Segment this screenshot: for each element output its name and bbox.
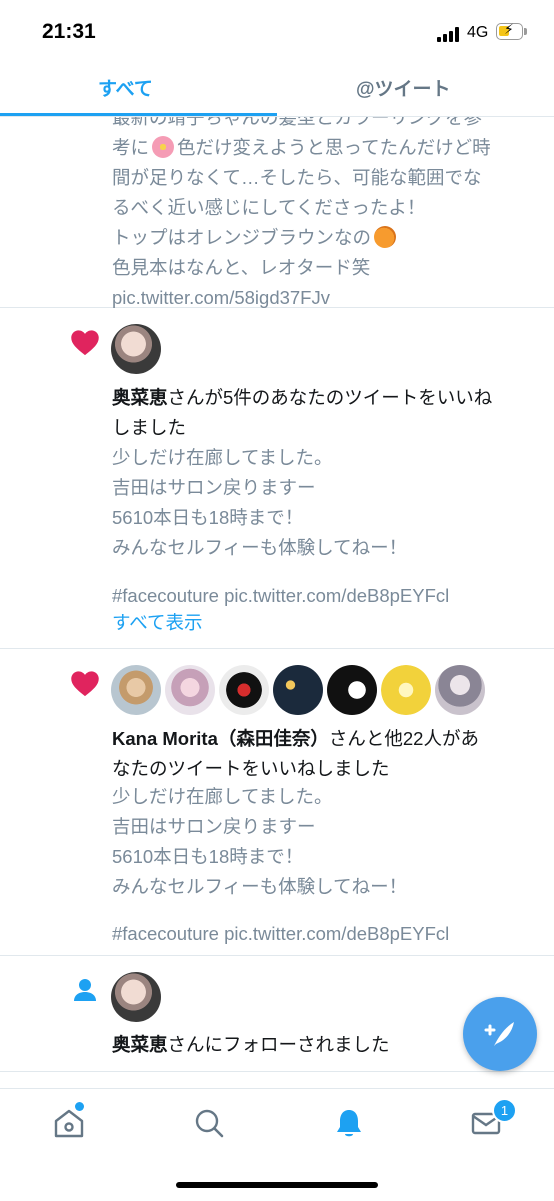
like-notification[interactable]: Kana Morita（森田佳奈）さんと他22人があ なたのツイートをいいねしま… (0, 649, 554, 956)
tweet-text-line: 5610本日も18時まで！ (112, 507, 304, 528)
active-tab-indicator (0, 113, 277, 116)
tab-mentions[interactable]: @ツイート (356, 74, 451, 101)
signal-strength-icon (437, 26, 463, 42)
tab-all[interactable]: すべて (98, 74, 153, 101)
notification-text: なたのツイートをいいねしました (112, 758, 390, 779)
avatar[interactable] (111, 324, 161, 374)
tweet-text-line: 5610本日も18時まで！ (112, 846, 304, 867)
battery-icon: ⚡ (496, 22, 523, 40)
cherry-blossom-icon (152, 136, 175, 158)
messages-badge: 1 (492, 1098, 517, 1123)
tweet-text-line: みんなセルフィーも体験してねー！ (112, 537, 408, 558)
compose-tweet-button[interactable] (463, 997, 537, 1071)
like-notification[interactable]: 奥菜恵さんが5件のあなたのツイートをいいね しました 少しだけ在廊してました。 … (0, 308, 554, 649)
home-badge-dot (75, 1102, 84, 1111)
notification-text: しました (112, 417, 187, 438)
battery-nub (524, 28, 527, 35)
status-bar: 21:31 4G ⚡ (0, 0, 554, 64)
notification-tabs: すべて @ツイート (0, 64, 554, 117)
tweet-text-line: 間が足りなくて…そしたら、可能な範囲でな (112, 167, 482, 188)
user-name[interactable]: 奥菜恵 (112, 1034, 168, 1055)
partial-tweet[interactable]: 最新の靖子ちゃんの髪型とカラーリングを参 考に 色だけ変えようと思ってたんだけど時… (0, 117, 554, 308)
avatar[interactable] (111, 665, 161, 715)
tweet-text-line: 吉田はサロン戻りますー (112, 477, 316, 498)
tweet-text-line: 最新の靖子ちゃんの髪型とカラーリングを参 (112, 117, 483, 128)
tweet-text-line: るべく近い感じにしてくださったよ！ (112, 197, 426, 218)
notification-text: Kana Morita（森田佳奈）さんと他22人があ (112, 728, 479, 749)
tweet-text-line: #facecouture pic.twitter.com/deB8pEYFcl (112, 923, 450, 944)
heart-icon (71, 671, 99, 697)
network-type: 4G (467, 24, 489, 41)
compose-quill-icon (484, 1022, 514, 1046)
avatar[interactable] (273, 665, 323, 715)
avatar[interactable] (435, 665, 485, 715)
avatar[interactable] (165, 665, 215, 715)
tweet-text-line: トップはオレンジブラウンなの (112, 223, 397, 253)
tweet-text-line: みんなセルフィーも体験してねー！ (112, 876, 408, 897)
search-icon[interactable] (192, 1106, 226, 1140)
home-icon[interactable] (52, 1106, 86, 1140)
notification-text: 奥菜恵さんが5件のあなたのツイートをいいね (112, 387, 493, 408)
tweet-text-line: 少しだけ在廊してました。 (112, 786, 333, 807)
user-name[interactable]: 奥菜恵 (112, 387, 168, 408)
tweet-text-line: 考に 色だけ変えようと思ってたんだけど時 (112, 136, 491, 158)
user-name[interactable]: Kana Morita（森田佳奈） (112, 728, 329, 749)
show-all-link[interactable]: すべて表示 (112, 608, 202, 638)
notification-feed[interactable]: 最新の靖子ちゃんの髪型とカラーリングを参 考に 色だけ変えようと思ってたんだけど時… (0, 117, 554, 1087)
avatar[interactable] (327, 665, 377, 715)
notifications-bell-icon[interactable] (332, 1106, 366, 1140)
tweet-text-line: #facecouture pic.twitter.com/deB8pEYFcl (112, 585, 450, 606)
status-time: 21:31 (42, 20, 96, 43)
tweet-text-line: 吉田はサロン戻りますー (112, 816, 316, 837)
avatar[interactable] (381, 665, 431, 715)
tweet-text-line: 少しだけ在廊してました。 (112, 447, 333, 468)
tweet-text-line: 色見本はなんと、レオタード笑 (112, 257, 371, 278)
notification-text: 奥菜恵さんにフォローされました (112, 1034, 390, 1055)
person-icon (74, 979, 96, 1001)
home-indicator (176, 1182, 378, 1188)
avatar[interactable] (111, 972, 161, 1022)
tangerine-icon (374, 226, 397, 248)
heart-icon (71, 330, 99, 356)
avatar[interactable] (219, 665, 269, 715)
